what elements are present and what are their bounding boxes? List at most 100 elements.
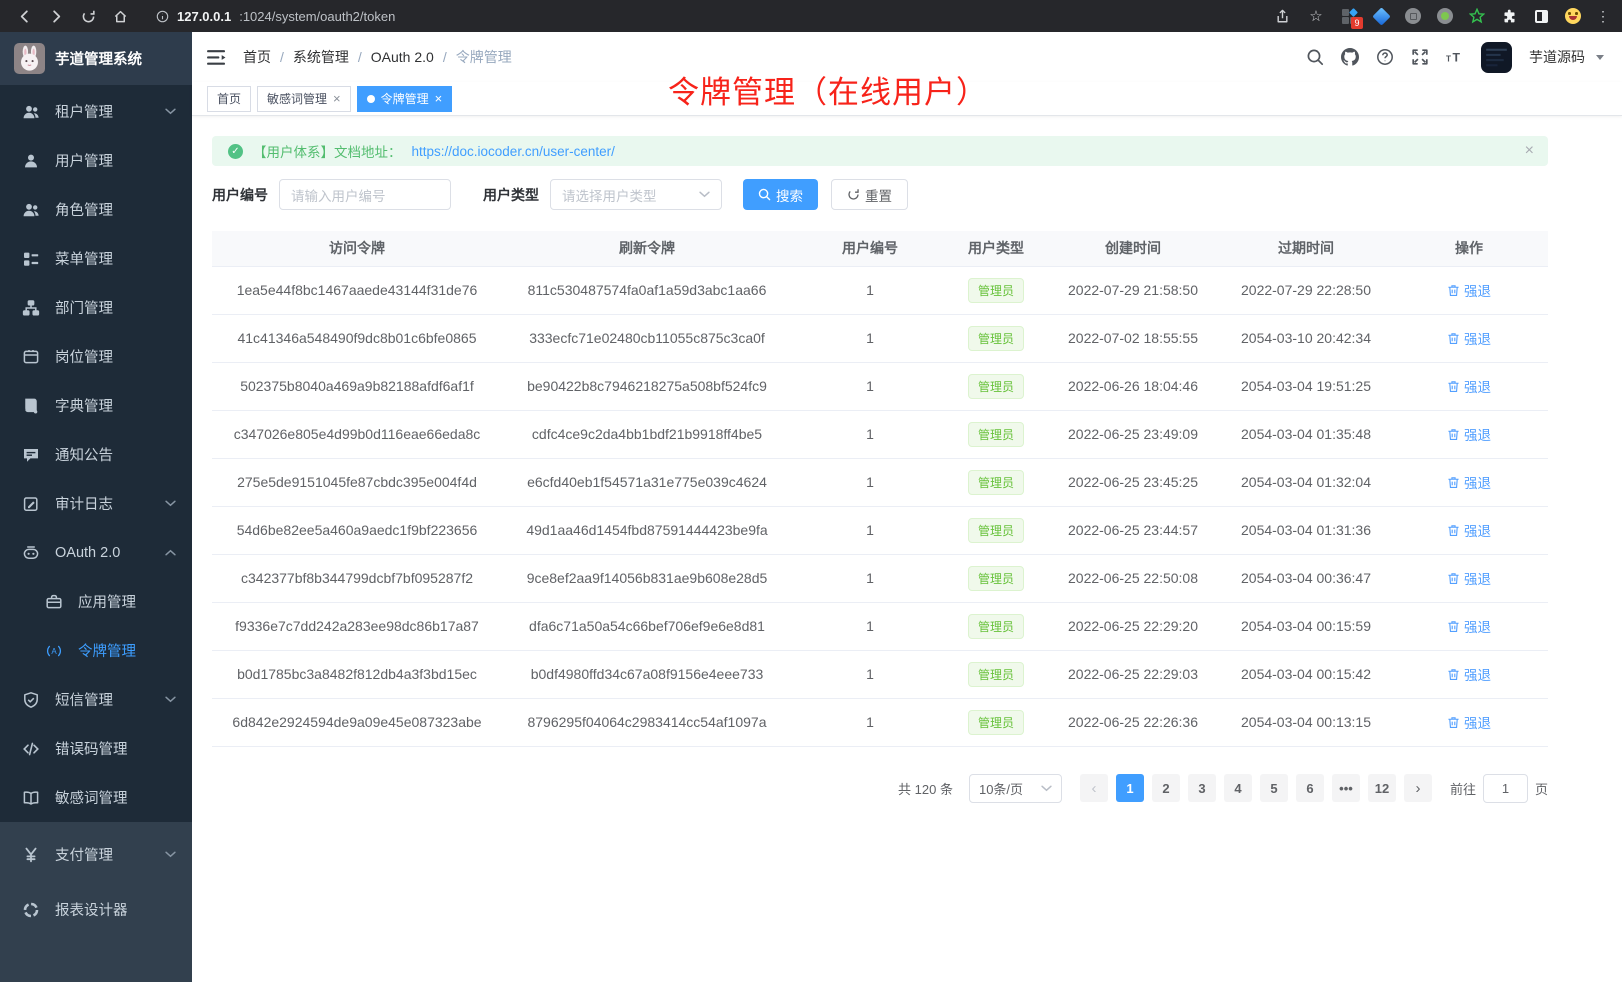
extension-star-icon[interactable]: [1468, 7, 1486, 25]
page-1-button[interactable]: 1: [1116, 774, 1144, 802]
sidebar-item-dept[interactable]: 部门管理: [0, 283, 192, 332]
split-screen-icon[interactable]: [1532, 7, 1550, 25]
sidebar-item-label: 应用管理: [78, 591, 136, 612]
created-at-cell: 2022-06-25 23:44:57: [1044, 506, 1222, 554]
table-row: c347026e805e4d99b0d116eae66eda8ccdfc4ce9…: [212, 410, 1548, 458]
breadcrumb-item[interactable]: OAuth 2.0: [371, 49, 434, 65]
share-icon[interactable]: [1272, 4, 1292, 28]
user-type-badge: 管理员: [968, 374, 1024, 399]
prev-page-button[interactable]: ‹: [1080, 774, 1108, 802]
force-logout-button[interactable]: 强退: [1447, 328, 1491, 348]
browser-menu-icon[interactable]: ⋮: [1596, 11, 1610, 21]
bookmark-star-icon[interactable]: ☆: [1306, 4, 1326, 28]
extension-record-icon[interactable]: [1436, 7, 1454, 25]
sidebar-item-report[interactable]: 报表设计器: [0, 882, 192, 937]
emoji-extension-icon[interactable]: [1564, 7, 1582, 25]
page-3-button[interactable]: 3: [1188, 774, 1216, 802]
browser-forward-icon[interactable]: [44, 4, 68, 28]
sidebar-item-label: 租户管理: [55, 101, 113, 122]
sidebar-item-label: 短信管理: [55, 689, 113, 710]
page-ellipsis-button[interactable]: •••: [1332, 774, 1360, 802]
sidebar-item-user[interactable]: 用户管理: [0, 136, 192, 185]
alert-link[interactable]: https://doc.iocoder.cn/user-center/: [412, 144, 615, 159]
user-id-input[interactable]: 请输入用户编号: [279, 179, 451, 210]
user-type-cell: 管理员: [948, 458, 1044, 506]
force-logout-button[interactable]: 强退: [1447, 520, 1491, 540]
next-page-button[interactable]: ›: [1404, 774, 1432, 802]
chevron-down-icon: [699, 191, 710, 198]
sidebar-item-menu[interactable]: 菜单管理: [0, 234, 192, 283]
username[interactable]: 芋道源码: [1529, 47, 1585, 67]
force-logout-button[interactable]: 强退: [1447, 568, 1491, 588]
page-12-button[interactable]: 12: [1368, 774, 1396, 802]
sidebar-item-post[interactable]: 岗位管理: [0, 332, 192, 381]
extensions-puzzle-icon[interactable]: [1500, 7, 1518, 25]
sidebar-item-tenant[interactable]: 租户管理: [0, 87, 192, 136]
extension-squares-icon[interactable]: 9: [1340, 7, 1358, 25]
force-logout-button[interactable]: 强退: [1447, 376, 1491, 396]
sidebar-item-sms[interactable]: 短信管理: [0, 675, 192, 724]
github-icon[interactable]: [1341, 48, 1359, 66]
hamburger-icon[interactable]: [207, 49, 226, 66]
force-logout-button[interactable]: 强退: [1447, 664, 1491, 684]
action-cell: 强退: [1390, 266, 1548, 314]
close-icon[interactable]: ×: [1525, 142, 1534, 160]
action-cell: 强退: [1390, 698, 1548, 746]
extension-gem-icon[interactable]: [1372, 7, 1390, 25]
tab-home[interactable]: 首页: [207, 86, 251, 112]
page-5-button[interactable]: 5: [1260, 774, 1288, 802]
sidebar-item-pay[interactable]: 支付管理: [0, 827, 192, 882]
sidebar-item-oauth2-app[interactable]: 应用管理: [0, 577, 192, 626]
sidebar-item-label: 字典管理: [55, 395, 113, 416]
page-2-button[interactable]: 2: [1152, 774, 1180, 802]
breadcrumb-item[interactable]: 系统管理: [293, 47, 349, 67]
user-avatar[interactable]: [1481, 42, 1512, 73]
page-size-select[interactable]: 10条/页: [969, 774, 1062, 803]
browser-address-bar[interactable]: 127.0.0.1:1024/system/oauth2/token: [146, 4, 1272, 28]
close-icon[interactable]: ×: [435, 92, 443, 105]
column-header: 刷新令牌: [502, 231, 792, 266]
sidebar-item-error-code[interactable]: 错误码管理: [0, 724, 192, 773]
search-icon[interactable]: [1306, 48, 1324, 66]
action-cell: 强退: [1390, 458, 1548, 506]
force-logout-button[interactable]: 强退: [1447, 616, 1491, 636]
access-token-cell: 275e5de9151045fe87cbdc395e004f4d: [212, 458, 502, 506]
tab-token[interactable]: 令牌管理 ×: [357, 86, 453, 112]
breadcrumb-item[interactable]: 首页: [243, 47, 271, 67]
font-size-icon[interactable]: TT: [1446, 48, 1464, 66]
sidebar-item-oauth2[interactable]: OAuth 2.0: [0, 528, 192, 577]
user-type-cell: 管理员: [948, 650, 1044, 698]
force-logout-button[interactable]: 强退: [1447, 280, 1491, 300]
sidebar-item-dict[interactable]: 字典管理: [0, 381, 192, 430]
extension-command-icon[interactable]: [1404, 7, 1422, 25]
reset-button[interactable]: 重置: [831, 179, 908, 210]
column-header: 操作: [1390, 231, 1548, 266]
page-6-button[interactable]: 6: [1296, 774, 1324, 802]
sidebar-item-oauth2-token[interactable]: A令牌管理: [0, 626, 192, 675]
help-icon[interactable]: [1376, 48, 1394, 66]
sidebar-menu-base: 支付管理报表设计器: [0, 822, 192, 982]
tab-sensitive-word[interactable]: 敏感词管理×: [257, 86, 351, 112]
sidebar-item-sensitive-word[interactable]: 敏感词管理: [0, 773, 192, 822]
browser-home-icon[interactable]: [108, 4, 132, 28]
app-logo[interactable]: 芋道管理系统: [0, 32, 192, 85]
caret-down-icon[interactable]: [1596, 55, 1604, 60]
browser-reload-icon[interactable]: [76, 4, 100, 28]
sidebar-item-role[interactable]: 角色管理: [0, 185, 192, 234]
force-logout-button[interactable]: 强退: [1447, 712, 1491, 732]
sidebar-item-notice[interactable]: 通知公告: [0, 430, 192, 479]
force-logout-button[interactable]: 强退: [1447, 472, 1491, 492]
access-token-cell: b0d1785bc3a8482f812db4a3f3bd15ec: [212, 650, 502, 698]
close-icon[interactable]: ×: [333, 92, 341, 105]
goto-page-input[interactable]: 1: [1483, 774, 1528, 803]
sidebar-item-audit[interactable]: 审计日志: [0, 479, 192, 528]
fullscreen-icon[interactable]: [1411, 48, 1429, 66]
tab-label: 令牌管理: [381, 90, 429, 107]
force-logout-button[interactable]: 强退: [1447, 424, 1491, 444]
user-type-select[interactable]: 请选择用户类型: [550, 179, 722, 210]
page-4-button[interactable]: 4: [1224, 774, 1252, 802]
sidebar-item-label: 报表设计器: [55, 899, 128, 920]
search-button[interactable]: 搜索: [743, 179, 818, 210]
browser-back-icon[interactable]: [12, 4, 36, 28]
site-info-icon[interactable]: [156, 10, 169, 23]
